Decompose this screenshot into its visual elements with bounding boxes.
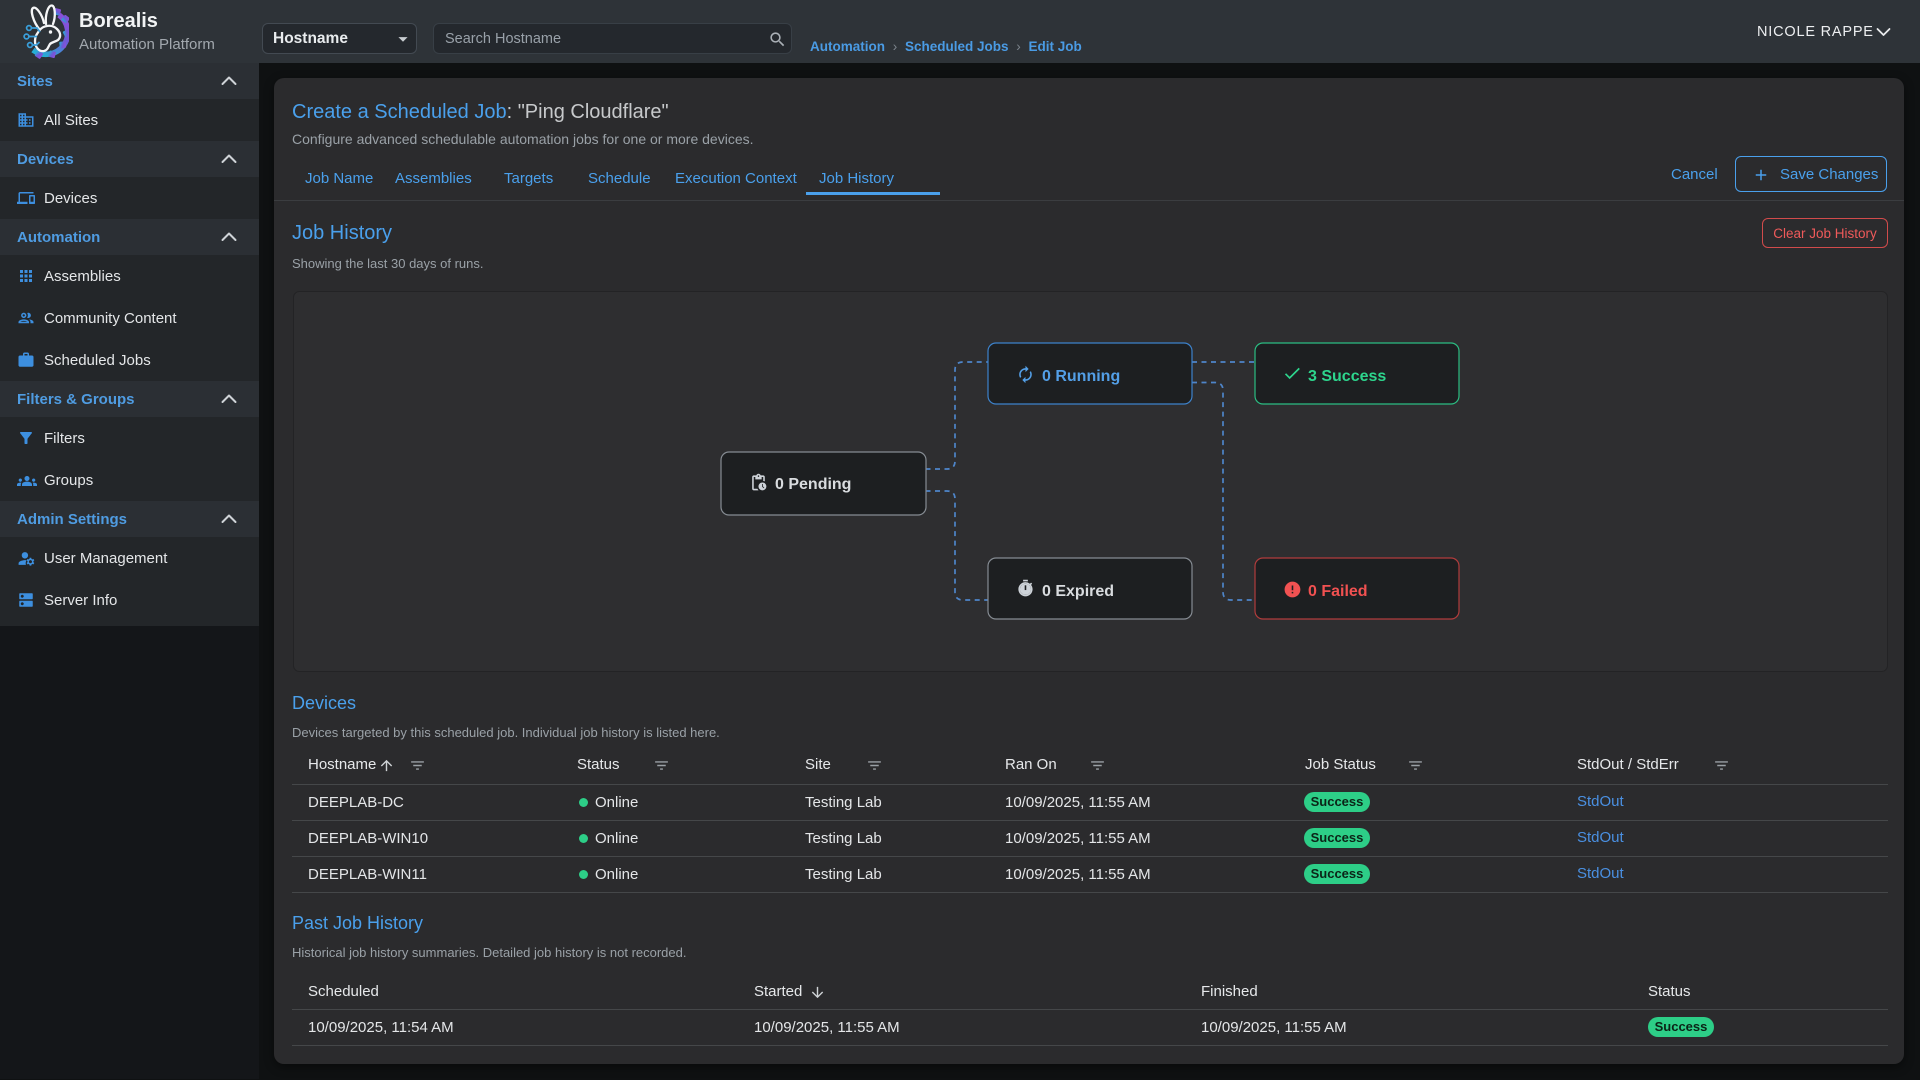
svg-text:0 Running: 0 Running xyxy=(1042,368,1120,385)
svg-text:0 Pending: 0 Pending xyxy=(775,476,851,493)
svg-text:3 Success: 3 Success xyxy=(1308,368,1386,385)
svg-text:0 Failed: 0 Failed xyxy=(1308,583,1368,600)
svg-text:0 Expired: 0 Expired xyxy=(1042,583,1114,600)
